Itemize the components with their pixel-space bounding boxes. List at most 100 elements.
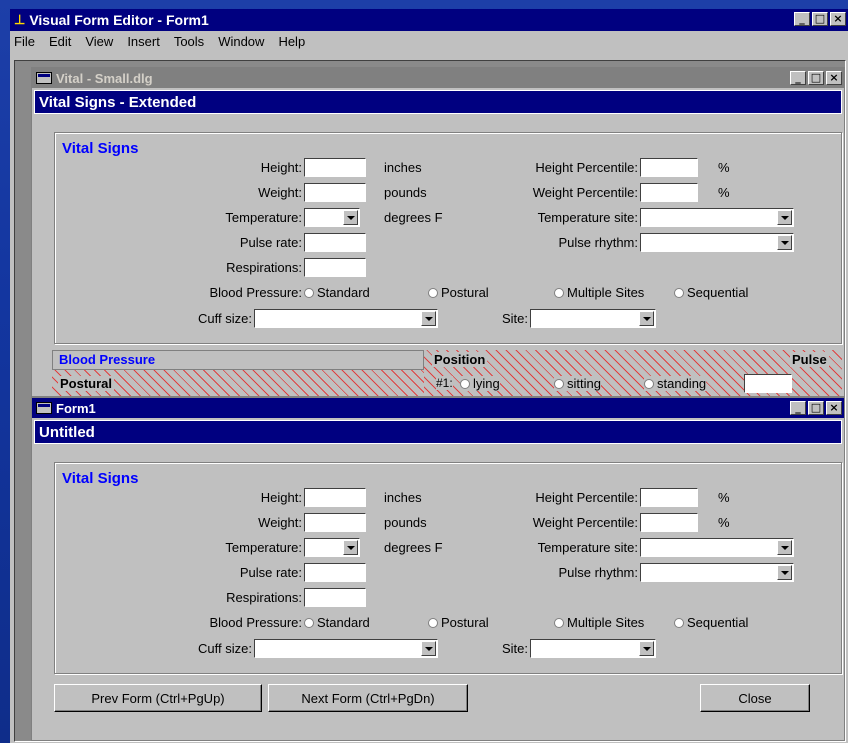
site-select[interactable] [530, 639, 656, 658]
pulse-rate-input[interactable] [304, 563, 366, 582]
child-window-form1: Form1 _ □ × Untitled Vital Signs Height:… [31, 397, 845, 741]
respirations-input[interactable] [304, 258, 366, 277]
prev-form-button[interactable]: Prev Form (Ctrl+PgUp) [54, 684, 262, 712]
temperature-select[interactable] [304, 538, 360, 557]
bp-section-header: Blood Pressure [52, 350, 424, 370]
cuff-size-label: Cuff size: [198, 641, 252, 656]
menu-file[interactable]: File [14, 34, 35, 49]
minimize-button[interactable]: _ [790, 401, 806, 415]
weight-input[interactable] [304, 513, 366, 532]
maximize-button[interactable]: □ [808, 71, 824, 85]
chevron-down-icon[interactable] [421, 311, 436, 326]
bp-sequential-radio[interactable]: Sequential [674, 615, 748, 630]
bp-multiple-sites-radio[interactable]: Multiple Sites [554, 615, 672, 630]
bp-postural-radio[interactable]: Postural [428, 285, 489, 300]
bp-sequential-radio[interactable]: Sequential [674, 285, 748, 300]
chevron-down-icon[interactable] [777, 235, 792, 250]
position-sitting-radio[interactable]: sitting [554, 376, 601, 391]
height-unit: inches [384, 490, 422, 505]
radio-label: standing [657, 376, 707, 391]
menu-bar: File Edit View Insert Tools Window Help [10, 31, 848, 51]
respirations-label: Respirations: [226, 260, 302, 275]
temperature-select[interactable] [304, 208, 360, 227]
child-title-bar[interactable]: Form1 _ □ × [32, 398, 844, 418]
group-title: Vital Signs [62, 470, 139, 487]
site-select[interactable] [530, 309, 656, 328]
temperature-unit: degrees F [384, 210, 443, 225]
close-button[interactable]: × [826, 401, 842, 415]
maximize-button[interactable]: □ [812, 12, 828, 26]
chevron-down-icon[interactable] [639, 311, 654, 326]
chevron-down-icon[interactable] [777, 210, 792, 225]
radio-label: Sequential [687, 285, 749, 300]
position-standing-radio[interactable]: standing [644, 376, 707, 391]
radio-label: Postural [441, 615, 489, 630]
temperature-label: Temperature: [225, 540, 302, 555]
height-label: Height: [260, 160, 302, 175]
radio-label: Standard [317, 285, 370, 300]
weight-percentile-unit: % [718, 185, 730, 200]
temperature-site-label: Temperature site: [537, 210, 638, 225]
child-window-vital-small: Vital - Small.dlg _ □ × Vital Signs - Ex… [31, 67, 845, 397]
cuff-size-select[interactable] [254, 309, 438, 328]
radio-label: Multiple Sites [567, 615, 645, 630]
radio-dot [304, 287, 314, 298]
radio-label: lying [473, 376, 500, 391]
radio-dot [304, 617, 314, 628]
temperature-site-select[interactable] [640, 208, 794, 227]
temperature-site-label: Temperature site: [537, 540, 638, 555]
chevron-down-icon[interactable] [777, 540, 792, 555]
menu-window[interactable]: Window [218, 34, 264, 49]
minimize-button[interactable]: _ [794, 12, 810, 26]
bp-standard-radio[interactable]: Standard [304, 615, 370, 630]
height-percentile-input[interactable] [640, 488, 698, 507]
chevron-down-icon[interactable] [343, 210, 358, 225]
menu-edit[interactable]: Edit [49, 34, 71, 49]
temperature-site-select[interactable] [640, 538, 794, 557]
position-label: Position [432, 352, 488, 367]
weight-percentile-input[interactable] [640, 513, 698, 532]
menu-tools[interactable]: Tools [174, 34, 204, 49]
height-input[interactable] [304, 488, 366, 507]
menu-view[interactable]: View [85, 34, 113, 49]
menu-insert[interactable]: Insert [127, 34, 160, 49]
blood-pressure-label: Blood Pressure: [209, 615, 303, 630]
pulse-label: Pulse [790, 352, 829, 367]
next-form-button[interactable]: Next Form (Ctrl+PgDn) [268, 684, 468, 712]
close-button[interactable]: × [826, 71, 842, 85]
height-percentile-unit: % [718, 490, 730, 505]
close-form-button[interactable]: Close [700, 684, 810, 712]
weight-percentile-input[interactable] [640, 183, 698, 202]
site-label: Site: [501, 641, 528, 656]
bp-postural-radio[interactable]: Postural [428, 615, 489, 630]
minimize-button[interactable]: _ [790, 71, 806, 85]
menu-help[interactable]: Help [278, 34, 305, 49]
pulse-rate-input[interactable] [304, 233, 366, 252]
pulse-rate-label: Pulse rate: [239, 235, 302, 250]
blood-pressure-label: Blood Pressure: [209, 285, 303, 300]
respirations-input[interactable] [304, 588, 366, 607]
height-unit: inches [384, 160, 422, 175]
weight-input[interactable] [304, 183, 366, 202]
height-percentile-input[interactable] [640, 158, 698, 177]
pulse-rhythm-select[interactable] [640, 563, 794, 582]
bp-multiple-sites-radio[interactable]: Multiple Sites [554, 285, 672, 300]
app-title-bar[interactable]: ⊥ Visual Form Editor - Form1 _ □ × [10, 9, 848, 31]
pulse-rhythm-select[interactable] [640, 233, 794, 252]
chevron-down-icon[interactable] [343, 540, 358, 555]
dialog-icon [36, 402, 52, 414]
weight-unit: pounds [384, 515, 427, 530]
chevron-down-icon[interactable] [639, 641, 654, 656]
cuff-size-select[interactable] [254, 639, 438, 658]
chevron-down-icon[interactable] [421, 641, 436, 656]
maximize-button[interactable]: □ [808, 401, 824, 415]
postural-label: Postural [58, 376, 115, 391]
position-lying-radio[interactable]: lying [460, 376, 500, 391]
close-button[interactable]: × [830, 12, 846, 26]
pulse-input[interactable] [744, 374, 792, 393]
chevron-down-icon[interactable] [777, 565, 792, 580]
weight-percentile-label: Weight Percentile: [532, 515, 638, 530]
height-input[interactable] [304, 158, 366, 177]
bp-standard-radio[interactable]: Standard [304, 285, 370, 300]
child-title-bar[interactable]: Vital - Small.dlg _ □ × [32, 68, 844, 88]
